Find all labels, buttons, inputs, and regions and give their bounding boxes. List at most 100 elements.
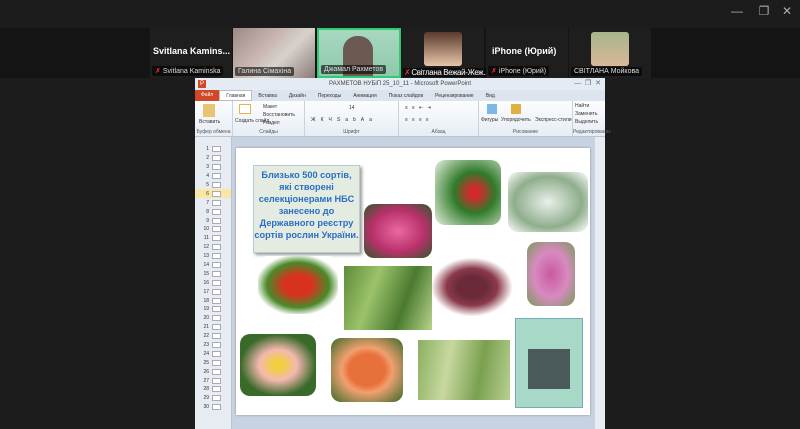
- photo-catalog-cover[interactable]: [515, 318, 583, 408]
- slide-thumbnail-image: [212, 164, 221, 171]
- slide-thumbnail[interactable]: 9: [195, 216, 231, 225]
- mic-muted-icon: ✗: [404, 68, 411, 77]
- slide-thumbnail-image: [212, 350, 221, 357]
- find-button[interactable]: Найти: [575, 103, 589, 109]
- photo-peony[interactable]: [240, 334, 316, 396]
- reset-button[interactable]: Восстановить: [263, 112, 295, 118]
- slide-thumbnail[interactable]: 25: [195, 358, 231, 367]
- select-button[interactable]: Выделить: [575, 119, 598, 125]
- slide-thumbnail[interactable]: 15: [195, 269, 231, 278]
- slide-thumbnail[interactable]: 4: [195, 172, 231, 181]
- tab-insert[interactable]: Вставка: [252, 93, 283, 99]
- photo-viburnum-berries[interactable]: [435, 160, 501, 225]
- section-button[interactable]: Раздел: [263, 120, 280, 126]
- tab-transitions[interactable]: Переходы: [312, 93, 347, 99]
- slide-thumbnail[interactable]: 19: [195, 305, 231, 314]
- restore-button[interactable]: ❐: [752, 4, 776, 20]
- slide-thumbnail[interactable]: 27: [195, 376, 231, 385]
- slide-thumbnail[interactable]: 5: [195, 181, 231, 190]
- photo-pink-dahlia[interactable]: [364, 204, 432, 258]
- tab-file[interactable]: Файл: [195, 90, 220, 101]
- slide-number: 14: [203, 262, 209, 269]
- tab-design[interactable]: Дизайн: [283, 93, 312, 99]
- slide-number: 4: [206, 173, 209, 180]
- arrange-icon: [511, 104, 521, 114]
- slide-thumbnail[interactable]: 14: [195, 261, 231, 270]
- list-buttons[interactable]: ≡≡⇤⇥: [405, 105, 435, 111]
- vertical-scrollbar[interactable]: [595, 137, 605, 429]
- slide-thumbnail[interactable]: 1: [195, 145, 231, 154]
- photo-plums[interactable]: [432, 258, 512, 316]
- photo-daylily[interactable]: [331, 338, 403, 402]
- participant-tile[interactable]: iPhone (Юрий) ✗ iPhone (Юрий): [486, 28, 568, 78]
- slide-number: 6: [206, 190, 209, 197]
- slide-thumbnail[interactable]: 11: [195, 234, 231, 243]
- slide-thumbnail[interactable]: 13: [195, 252, 231, 261]
- arrange-button[interactable]: Упорядочить: [501, 117, 531, 123]
- slide-number: 12: [203, 244, 209, 251]
- avatar: [591, 32, 629, 66]
- slide-thumbnail[interactable]: 10: [195, 225, 231, 234]
- quick-styles-button[interactable]: Экспресс-стили: [535, 117, 572, 123]
- close-button[interactable]: ✕: [775, 4, 799, 20]
- photo-grain-field[interactable]: [418, 340, 510, 400]
- group-label: Буфер обмена: [196, 129, 231, 135]
- minimize-button[interactable]: —: [725, 4, 749, 20]
- slide-thumbnail[interactable]: 8: [195, 207, 231, 216]
- participant-tile[interactable]: Svitlana Kamins... ✗ Svitlana Kaminska: [150, 28, 232, 78]
- tab-home[interactable]: Главная: [219, 90, 253, 101]
- photo-pink-spikes[interactable]: [527, 242, 575, 306]
- slide-thumbnail[interactable]: 22: [195, 332, 231, 341]
- slide-thumbnail[interactable]: 30: [195, 403, 231, 412]
- replace-button[interactable]: Заменить: [575, 111, 597, 117]
- slide-thumbnail[interactable]: 3: [195, 163, 231, 172]
- slide-number: 21: [203, 324, 209, 331]
- photo-white-flowers[interactable]: [508, 172, 588, 232]
- slide-text-box[interactable]: Близько 500 сортів, які створені селекці…: [253, 165, 360, 253]
- group-drawing: Фигуры Упорядочить Экспресс-стили Рисова…: [479, 101, 573, 136]
- slide-thumbnail[interactable]: 17: [195, 287, 231, 296]
- slide-thumbnail[interactable]: 7: [195, 198, 231, 207]
- window-controls[interactable]: — ❐ ✕: [574, 78, 601, 90]
- slide-thumbnail[interactable]: 18: [195, 296, 231, 305]
- slide-thumbnail[interactable]: 6: [195, 189, 231, 199]
- shapes-button[interactable]: Фигуры: [481, 117, 498, 123]
- slide-thumbnail[interactable]: 26: [195, 367, 231, 376]
- slide-thumbnail-image: [212, 146, 221, 153]
- slide-thumbnail-image: [212, 262, 221, 269]
- slide-thumbnail[interactable]: 2: [195, 154, 231, 163]
- paste-button[interactable]: Вставить: [199, 119, 220, 125]
- slide-thumbnail[interactable]: 28: [195, 385, 231, 394]
- mic-muted-icon: ✗: [155, 68, 161, 75]
- slide-number: 17: [203, 288, 209, 295]
- slide-thumbnail[interactable]: 20: [195, 314, 231, 323]
- participant-video-active-speaker[interactable]: Джамал Рахметов: [317, 28, 401, 78]
- participant-tile[interactable]: ✗Світлана Вежай-Жеж...: [402, 28, 490, 78]
- slide-thumbnail[interactable]: 24: [195, 349, 231, 358]
- slide-thumbnail[interactable]: 23: [195, 341, 231, 350]
- tab-review[interactable]: Рецензирование: [429, 93, 480, 99]
- slide-thumbnail-image: [212, 279, 221, 286]
- align-buttons[interactable]: ≡≡≡≡: [405, 117, 433, 123]
- photo-red-fruits[interactable]: [258, 256, 338, 314]
- powerpoint-window: P РАХМЕТОВ НУБіП 25_10_11 - Microsoft Po…: [195, 78, 611, 429]
- panel-tabs[interactable]: [195, 137, 231, 145]
- tab-slideshow[interactable]: Показ слайдов: [383, 93, 429, 99]
- slide-thumbnail-image: [212, 368, 221, 375]
- photo-grass-field[interactable]: [344, 266, 432, 330]
- slide-thumbnail[interactable]: 12: [195, 243, 231, 252]
- paste-icon: [203, 104, 215, 117]
- ribbon-tabs: Файл Главная Вставка Дизайн Переходы Ани…: [195, 90, 605, 101]
- slide-thumbnail[interactable]: 16: [195, 278, 231, 287]
- font-format-buttons[interactable]: ЖКЧSabAa: [311, 117, 377, 123]
- slide-thumbnail[interactable]: 21: [195, 323, 231, 332]
- font-size-select[interactable]: 14: [349, 105, 355, 111]
- tab-view[interactable]: Вид: [480, 93, 501, 99]
- participant-video[interactable]: Галина Сімахіна: [233, 28, 315, 78]
- tab-animation[interactable]: Анимация: [347, 93, 382, 99]
- group-paragraph: ≡≡⇤⇥ ≡≡≡≡ Абзац: [399, 101, 479, 136]
- slide-thumbnail[interactable]: 29: [195, 394, 231, 403]
- participant-name: Джамал Рахметов: [324, 66, 384, 73]
- participant-tile[interactable]: СВІТЛАНА Мойкова: [569, 28, 651, 78]
- layout-button[interactable]: Макет: [263, 104, 277, 110]
